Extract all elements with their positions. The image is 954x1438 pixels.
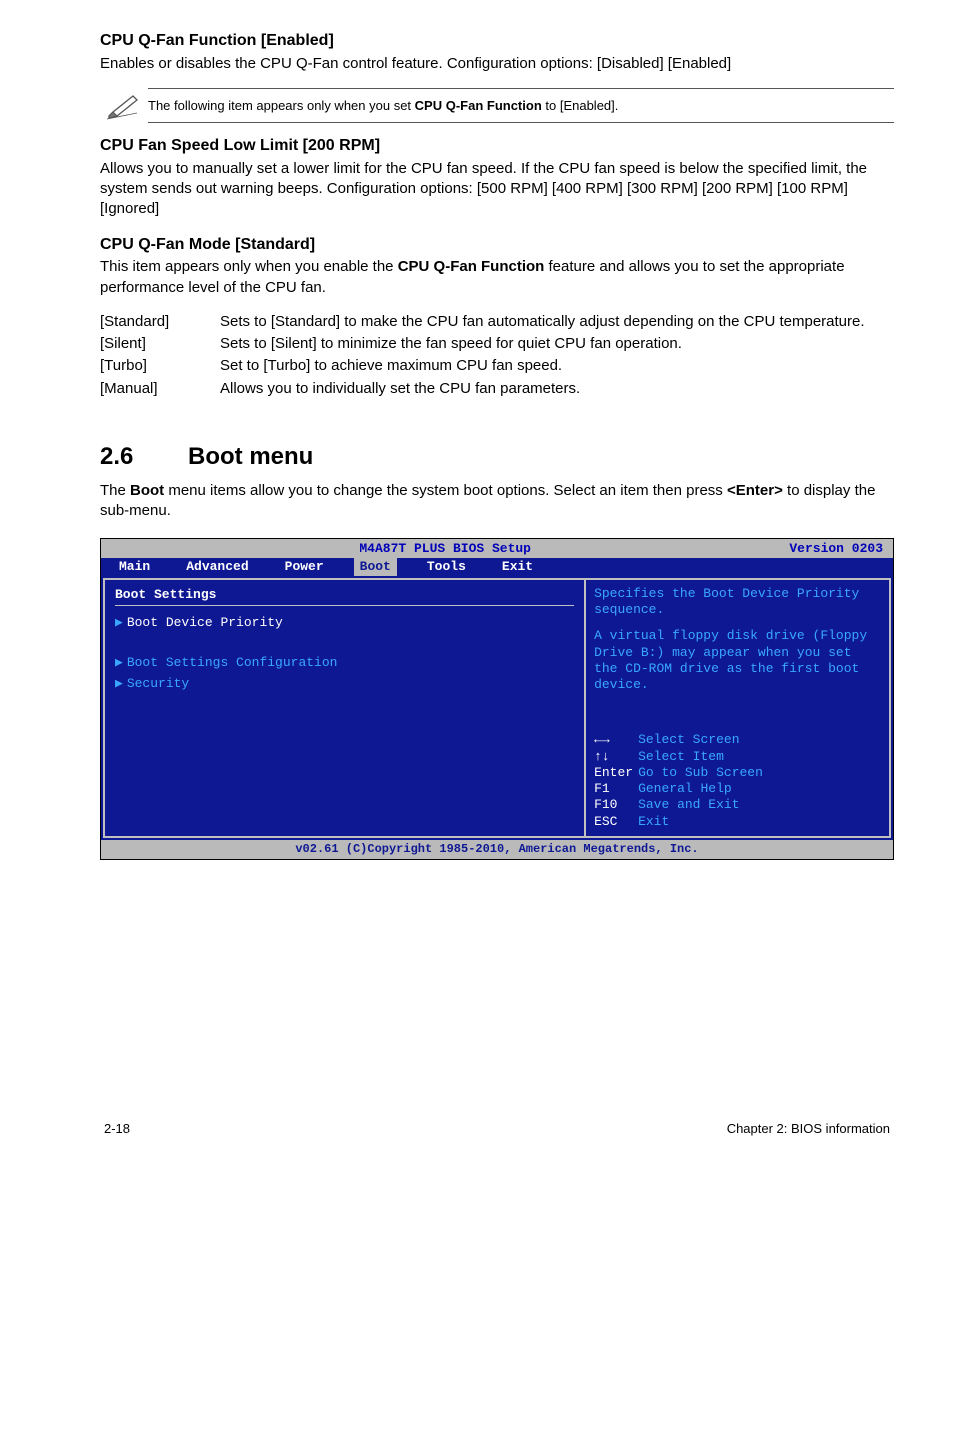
key-label: ↑↓ (594, 749, 638, 765)
page-number: 2-18 (104, 1120, 130, 1138)
option-key: [Standard] (100, 312, 220, 334)
bios-title: M4A87T PLUS BIOS Setup (101, 540, 789, 558)
table-row: [Manual] Allows you to individually set … (100, 379, 894, 401)
section-body-pre: This item appears only when you enable t… (100, 258, 398, 275)
bios-menu-label: Security (127, 676, 189, 691)
key-desc: Select Item (638, 749, 724, 764)
note-text-pre: The following item appears only when you… (148, 98, 415, 113)
option-key: [Manual] (100, 379, 220, 401)
key-label: ESC (594, 814, 638, 830)
chapter-heading: 2.6Boot menu (100, 441, 894, 473)
bios-version: Version 0203 (789, 540, 893, 558)
table-row: [Standard] Sets to [Standard] to make th… (100, 312, 894, 334)
options-table: [Standard] Sets to [Standard] to make th… (100, 312, 894, 401)
text-bold: <Enter> (727, 482, 783, 499)
triangle-right-icon: ▶ (115, 676, 123, 691)
chapter-number: 2.6 (100, 441, 188, 473)
bios-help-text: A virtual floppy disk drive (Floppy Driv… (594, 628, 881, 693)
chapter-title-text: Boot menu (188, 443, 313, 470)
option-desc: Sets to [Standard] to make the CPU fan a… (220, 312, 894, 334)
bios-pane-heading: Boot Settings (115, 586, 574, 604)
triangle-right-icon: ▶ (115, 615, 123, 630)
bios-tab-tools[interactable]: Tools (409, 558, 484, 576)
text: The (100, 482, 130, 499)
bios-tab-exit[interactable]: Exit (484, 558, 551, 576)
key-label: F1 (594, 781, 638, 797)
page-footer: 2-18 Chapter 2: BIOS information (100, 1120, 894, 1138)
key-desc: Select Screen (638, 732, 739, 747)
note-block: The following item appears only when you… (100, 88, 894, 124)
key-label: ←→ (594, 732, 638, 748)
table-row: [Silent] Sets to [Silent] to minimize th… (100, 334, 894, 356)
bios-tab-boot[interactable]: Boot (354, 558, 397, 576)
key-desc: Save and Exit (638, 797, 739, 812)
option-key: [Turbo] (100, 356, 220, 378)
bios-screenshot: M4A87T PLUS BIOS Setup Version 0203 Main… (100, 538, 894, 860)
text-bold: Boot (130, 482, 164, 499)
key-label: F10 (594, 797, 638, 813)
bios-menu-item[interactable]: ▶ Security (115, 675, 574, 693)
key-desc: General Help (638, 781, 732, 796)
key-desc: Go to Sub Screen (638, 765, 763, 780)
section-body-bold: CPU Q-Fan Function (398, 258, 545, 275)
table-row: [Turbo] Set to [Turbo] to achieve maximu… (100, 356, 894, 378)
page-chapter-label: Chapter 2: BIOS information (727, 1120, 890, 1138)
bios-menu-label: Boot Settings Configuration (127, 655, 338, 670)
section-body: Allows you to manually set a lower limit… (100, 159, 894, 220)
note-text-bold: CPU Q-Fan Function (415, 98, 542, 113)
bios-menu-item[interactable]: ▶ Boot Settings Configuration (115, 654, 574, 672)
key-desc: Exit (638, 814, 669, 829)
bios-tab-main[interactable]: Main (101, 558, 168, 576)
section-title: CPU Q-Fan Mode [Standard] (100, 234, 894, 256)
bios-menu-label: Boot Device Priority (127, 615, 283, 630)
bios-right-pane: Specifies the Boot Device Priority seque… (586, 580, 889, 836)
divider (115, 605, 574, 606)
option-key: [Silent] (100, 334, 220, 356)
option-desc: Set to [Turbo] to achieve maximum CPU fa… (220, 356, 894, 378)
bios-footer: v02.61 (C)Copyright 1985-2010, American … (101, 840, 893, 859)
triangle-right-icon: ▶ (115, 655, 123, 670)
option-desc: Sets to [Silent] to minimize the fan spe… (220, 334, 894, 356)
key-label: Enter (594, 765, 638, 781)
bios-tabbar: Main Advanced Power Boot Tools Exit (101, 558, 893, 578)
note-text-post: to [Enabled]. (542, 98, 619, 113)
text: menu items allow you to change the syste… (164, 482, 727, 499)
option-desc: Allows you to individually set the CPU f… (220, 379, 894, 401)
bios-key-legend: ←→Select Screen ↑↓Select Item EnterGo to… (594, 732, 881, 830)
bios-tab-power[interactable]: Power (267, 558, 342, 576)
pencil-note-icon (100, 92, 148, 120)
section-title: CPU Fan Speed Low Limit [200 RPM] (100, 135, 894, 157)
bios-menu-item[interactable]: ▶ Boot Device Priority (115, 614, 574, 632)
section-body: This item appears only when you enable t… (100, 257, 894, 298)
bios-left-pane: Boot Settings ▶ Boot Device Priority ▶ Boo… (105, 580, 586, 836)
bios-tab-advanced[interactable]: Advanced (168, 558, 266, 576)
section-title: CPU Q-Fan Function [Enabled] (100, 30, 894, 52)
bios-help-text: Specifies the Boot Device Priority seque… (594, 586, 881, 619)
section-body: Enables or disables the CPU Q-Fan contro… (100, 54, 894, 74)
chapter-intro: The Boot menu items allow you to change … (100, 481, 894, 522)
